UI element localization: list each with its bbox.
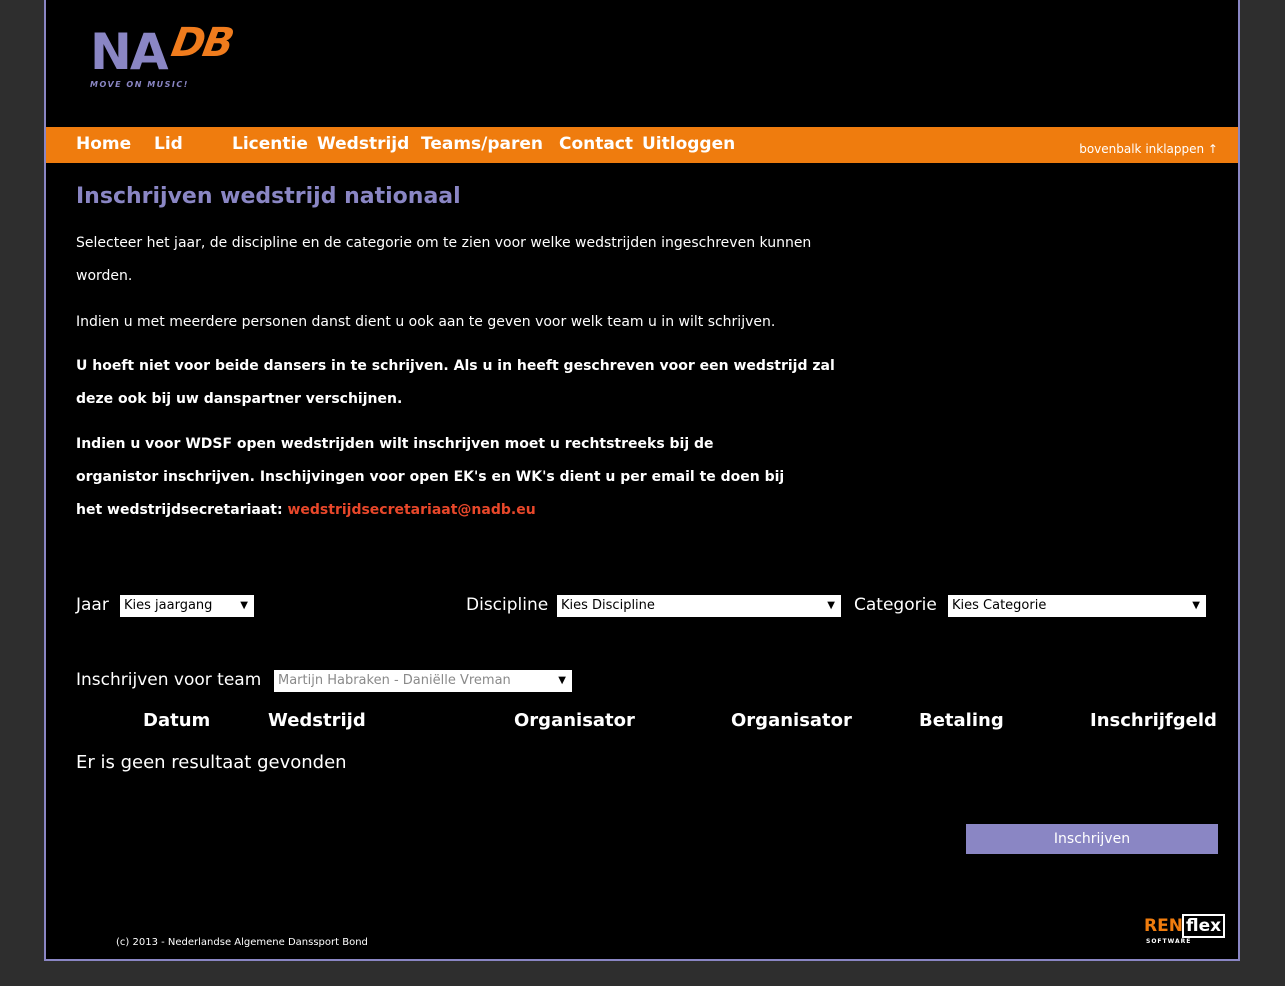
page-frame: NA DB MOVE ON MUSIC! Home Lid Licentie W… — [44, 0, 1240, 961]
partner-paragraph: U hoeft niet voor beide dansers in te sc… — [76, 358, 835, 407]
jaar-select[interactable]: Kies jaargang ▼ — [120, 595, 254, 617]
chevron-down-icon: ▼ — [558, 675, 566, 686]
team-select-value: Martijn Habraken - Daniëlle Vreman — [278, 673, 511, 688]
chevron-down-icon: ▼ — [827, 600, 835, 611]
renflex-software: SOFTWARE — [1146, 938, 1192, 945]
no-results-message: Er is geen resultaat gevonden — [76, 752, 347, 773]
nav-lid[interactable]: Lid — [154, 134, 183, 154]
team-label: Inschrijven voor team — [76, 670, 262, 690]
footer-copyright: (c) 2013 - Nederlandse Algemene Dansspor… — [116, 937, 368, 948]
wdsf-paragraph: Indien u voor WDSF open wedstrijden wilt… — [76, 428, 796, 527]
column-header-betaling: Betaling — [919, 710, 1004, 731]
main-nav: Home Lid Licentie Wedstrijd Teams/paren … — [46, 127, 1238, 163]
column-header-organisator: Organisator — [514, 710, 635, 731]
nav-uitloggen[interactable]: Uitloggen — [642, 134, 735, 154]
nav-licentie[interactable]: Licentie — [232, 134, 308, 154]
nav-teams-paren[interactable]: Teams/paren — [421, 134, 543, 154]
column-header-datum: Datum — [143, 710, 211, 731]
intro-paragraph: Selecteer het jaar, de discipline en de … — [76, 235, 812, 284]
categorie-label: Categorie — [854, 595, 937, 615]
discipline-label: Discipline — [466, 595, 549, 615]
renflex-ren: REN — [1144, 916, 1183, 936]
email-link[interactable]: wedstrijdsecretariaat@nadb.eu — [287, 502, 535, 518]
column-header-organisator-2: Organisator — [731, 710, 852, 731]
logo-tagline: MOVE ON MUSIC! — [90, 80, 189, 89]
team-paragraph: Indien u met meerdere personen danst die… — [76, 314, 776, 330]
team-select[interactable]: Martijn Habraken - Daniëlle Vreman ▼ — [274, 670, 572, 692]
nav-contact[interactable]: Contact — [559, 134, 633, 154]
categorie-select-value: Kies Categorie — [952, 598, 1047, 613]
jaar-label: Jaar — [76, 595, 109, 615]
chevron-down-icon: ▼ — [1192, 600, 1200, 611]
nav-home[interactable]: Home — [76, 134, 131, 154]
nadb-logo[interactable]: NA DB MOVE ON MUSIC! — [90, 20, 250, 92]
logo-accent: DB — [167, 20, 236, 66]
logo-text: NA — [90, 23, 169, 81]
column-header-wedstrijd: Wedstrijd — [268, 710, 366, 731]
column-header-inschrijfgeld: Inschrijfgeld — [1090, 710, 1217, 731]
chevron-down-icon: ▼ — [240, 600, 248, 611]
renflex-logo[interactable]: REN flex SOFTWARE — [1144, 908, 1226, 948]
inschrijven-button[interactable]: Inschrijven — [966, 824, 1218, 854]
nav-wedstrijd[interactable]: Wedstrijd — [317, 134, 409, 154]
categorie-select[interactable]: Kies Categorie ▼ — [948, 595, 1206, 617]
collapse-header-link[interactable]: bovenbalk inklappen ↑ — [1079, 142, 1218, 156]
discipline-select[interactable]: Kies Discipline ▼ — [557, 595, 841, 617]
renflex-flex: flex — [1182, 914, 1226, 938]
jaar-select-value: Kies jaargang — [124, 598, 213, 613]
discipline-select-value: Kies Discipline — [561, 598, 655, 613]
page-title: Inschrijven wedstrijd nationaal — [76, 184, 461, 209]
